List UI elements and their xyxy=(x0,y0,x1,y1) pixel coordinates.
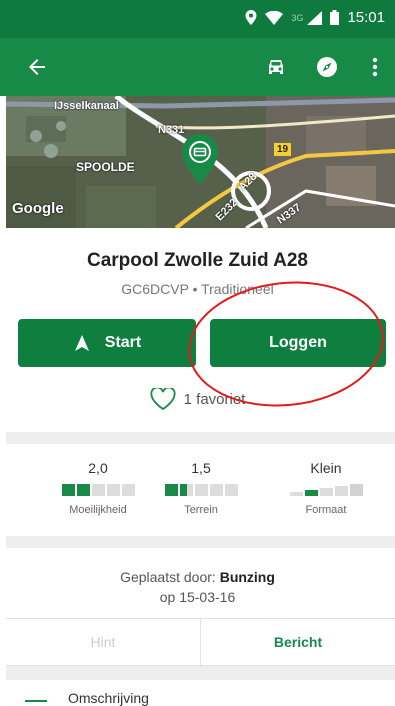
app-bar xyxy=(0,38,395,96)
size-label: Formaat xyxy=(305,504,347,516)
google-logo: Google xyxy=(12,200,64,217)
unknown-size-icon xyxy=(349,484,363,496)
wifi-icon xyxy=(265,10,284,25)
navigation-arrow-icon xyxy=(74,335,89,351)
status-bar: 3G 15:01 xyxy=(0,0,395,38)
map-label-town: SPOOLDE xyxy=(76,160,135,174)
placed-by-line: Geplaatst door: Bunzing xyxy=(0,567,395,587)
difficulty-label: Moeilijkheid xyxy=(69,504,127,516)
start-button[interactable]: Start xyxy=(18,319,196,367)
clock: 15:01 xyxy=(347,9,385,26)
placed-by-info: Geplaatst door: Bunzing op 15-03-16 xyxy=(0,567,395,607)
log-button[interactable]: Loggen xyxy=(210,319,386,367)
favorites-count: 1 favoriet xyxy=(183,390,246,408)
back-arrow-icon[interactable] xyxy=(22,52,52,82)
terrain-stat: 1,5 Terrein xyxy=(141,460,261,516)
hint-message-tabs: Hint Bericht xyxy=(6,618,395,666)
description-title[interactable]: Omschrijving xyxy=(68,690,149,706)
description-icon xyxy=(25,700,47,702)
cache-map-marker[interactable] xyxy=(182,134,218,184)
divider xyxy=(6,666,395,680)
map-route-badge: 19 xyxy=(274,143,292,156)
status-icons: 3G 15:01 xyxy=(245,9,385,26)
more-vert-icon[interactable] xyxy=(360,52,390,82)
start-button-label: Start xyxy=(104,334,142,351)
favorites-row[interactable]: 1 favoriet xyxy=(0,388,395,410)
map-label-canal: IJsselkanaal xyxy=(54,100,119,112)
network-type: 3G xyxy=(291,12,304,23)
location-icon xyxy=(245,10,257,25)
size-stat: Klein Formaat xyxy=(266,460,386,516)
size-indicator xyxy=(266,484,386,496)
map-preview[interactable]: IJsselkanaal N331 SPOOLDE 19 A28 E232 N3… xyxy=(6,96,395,228)
cache-title: Carpool Zwolle Zuid A28 xyxy=(87,250,308,271)
placed-by-prefix: Geplaatst door: xyxy=(120,569,216,585)
car-icon[interactable] xyxy=(261,52,291,82)
difficulty-rating-bar xyxy=(38,484,158,496)
terrain-value: 1,5 xyxy=(191,460,211,476)
cache-code-type: GC6DCVP • Traditioneel xyxy=(121,281,274,297)
size-value: Klein xyxy=(310,460,342,476)
terrain-rating-bar xyxy=(141,484,261,496)
heart-icon xyxy=(150,388,176,410)
map-label-n331: N331 xyxy=(158,124,185,136)
divider xyxy=(6,536,395,548)
log-button-label: Loggen xyxy=(269,334,327,351)
placed-date: op 15-03-16 xyxy=(159,589,236,605)
divider xyxy=(6,432,395,444)
signal-icon xyxy=(307,10,323,25)
difficulty-value: 2,0 xyxy=(88,460,108,476)
compass-icon[interactable] xyxy=(312,52,342,82)
message-tab[interactable]: Bericht xyxy=(201,619,395,665)
cache-pin-icon xyxy=(182,134,218,184)
owner-name[interactable]: Bunzing xyxy=(220,569,275,585)
terrain-label: Terrein xyxy=(184,504,218,516)
battery-icon xyxy=(330,10,340,25)
hint-tab[interactable]: Hint xyxy=(6,619,201,665)
difficulty-stat: 2,0 Moeilijkheid xyxy=(38,460,158,516)
